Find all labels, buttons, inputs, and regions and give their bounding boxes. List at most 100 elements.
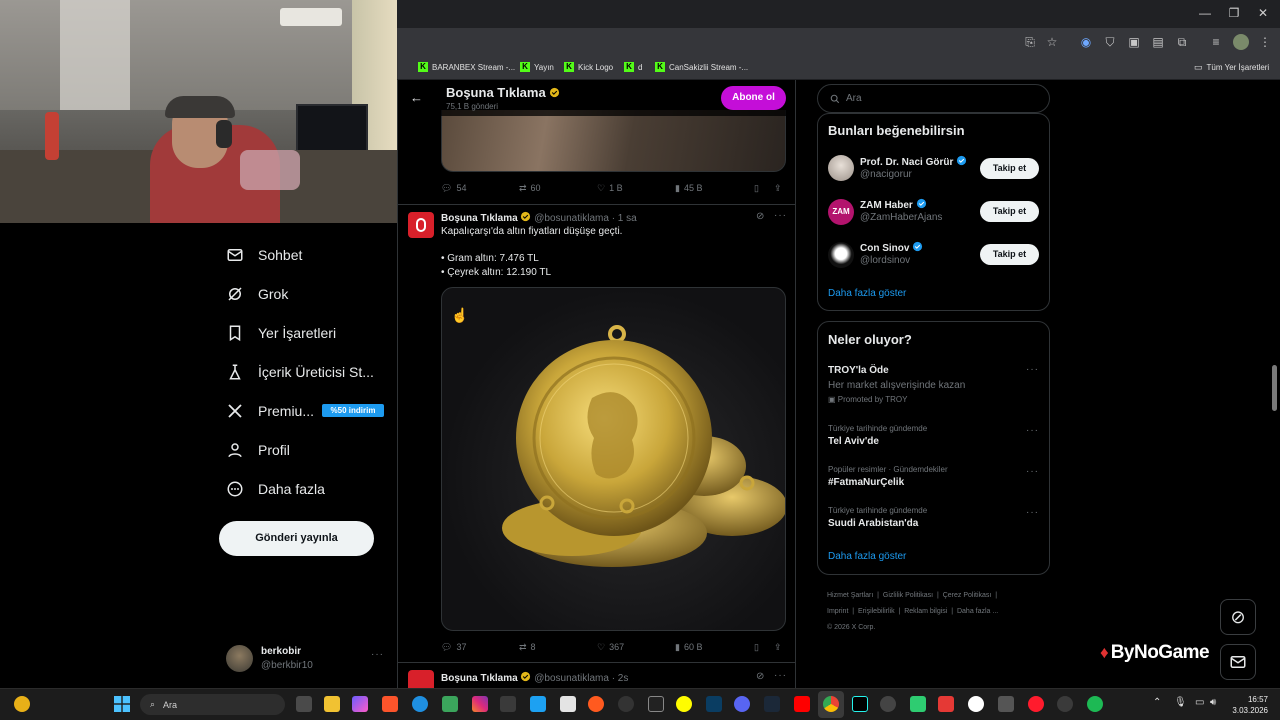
app-icon[interactable]	[1057, 696, 1073, 712]
suggestion-name[interactable]: Prof. Dr. Naci Görür	[860, 155, 967, 168]
grok-icon[interactable]: ⊘	[1220, 599, 1256, 635]
share-icon[interactable]: ⇪	[774, 183, 782, 194]
close-window-icon[interactable]: ✕	[1254, 6, 1272, 22]
nav-more[interactable]: Daha fazla	[226, 474, 325, 504]
opera-icon[interactable]	[1028, 696, 1044, 712]
epic-games-icon[interactable]	[648, 696, 664, 712]
chrome-icon[interactable]	[823, 696, 839, 712]
nav-grok[interactable]: Grok	[226, 279, 288, 309]
nav-creator-studio[interactable]: İçerik Üreticisi St...	[226, 357, 374, 387]
bookmark-icon[interactable]: ▯	[754, 183, 759, 194]
author-handle[interactable]: @bosunatiklama	[534, 213, 609, 224]
footer-link[interactable]: Erişilebilirlik	[858, 608, 895, 615]
extension-icon[interactable]: ▤	[1150, 34, 1166, 50]
views-button[interactable]: ▮ 45 B	[675, 183, 702, 194]
more-dots-icon[interactable]: ···	[371, 649, 384, 660]
snapchat-icon[interactable]	[676, 696, 692, 712]
share-icon[interactable]: ⇪	[774, 642, 782, 653]
clock[interactable]: 16:57 3.03.2026	[1232, 694, 1268, 716]
search-input[interactable]: Ara	[817, 84, 1050, 113]
like-button[interactable]: ♡ 1 B	[597, 183, 623, 194]
nav-premium[interactable]: Premiu...	[226, 396, 314, 426]
trend-name[interactable]: Suudi Arabistan'da	[828, 518, 918, 529]
instagram-icon[interactable]	[472, 696, 488, 712]
shield-icon[interactable]: ⛉	[1102, 34, 1118, 50]
more-dots-icon[interactable]: ···	[1026, 364, 1039, 375]
bookmark-item[interactable]: K Kick Logo	[564, 60, 613, 74]
retweet-button[interactable]: ⇄ 8	[519, 642, 536, 653]
menu-dots-icon[interactable]: ⋮	[1257, 34, 1273, 50]
app-icon[interactable]	[938, 696, 954, 712]
avatar[interactable]	[828, 155, 854, 181]
avatar[interactable]	[408, 212, 434, 238]
follow-button[interactable]: Takip et	[980, 244, 1039, 265]
profile-avatar-icon[interactable]	[1233, 34, 1249, 50]
bookmark-icon[interactable]: ▯	[754, 642, 759, 653]
follow-button[interactable]: Takip et	[980, 158, 1039, 179]
app-icon[interactable]	[998, 696, 1014, 712]
tweet-time[interactable]: · 2s	[612, 673, 629, 684]
views-button[interactable]: ▮ 60 B	[675, 642, 702, 653]
yandex-icon[interactable]	[968, 696, 984, 712]
footer-link[interactable]: Çerez Politikası	[943, 592, 992, 599]
bookmark-item[interactable]: K Yayın	[520, 60, 554, 74]
nav-bookmarks[interactable]: Yer İşaretleri	[226, 318, 336, 348]
nav-chat[interactable]: Sohbet	[226, 240, 302, 270]
tweet-time[interactable]: · 1 sa	[612, 213, 637, 224]
minimize-icon[interactable]: —	[1196, 6, 1214, 22]
extension-icon[interactable]: ◉	[1078, 34, 1094, 50]
spotify-icon[interactable]	[1087, 696, 1103, 712]
star-icon[interactable]: ☆	[1044, 34, 1060, 50]
app-icon[interactable]	[910, 696, 926, 712]
weather-icon[interactable]	[14, 696, 30, 712]
reply-button[interactable]: 💬︎ 54	[441, 183, 466, 194]
avatar[interactable]	[408, 670, 434, 688]
extension-icon[interactable]: ▣	[1126, 34, 1142, 50]
show-more-link[interactable]: Daha fazla göster	[828, 288, 906, 299]
like-button[interactable]: ♡ 367	[597, 642, 624, 653]
youtube-icon[interactable]	[794, 696, 810, 712]
bookmark-item[interactable]: Kd	[624, 60, 642, 74]
reading-list-icon[interactable]: ≡	[1208, 34, 1224, 50]
steam-icon[interactable]	[764, 696, 780, 712]
notepad-icon[interactable]	[560, 696, 576, 712]
app-icon[interactable]	[442, 696, 458, 712]
monitor-icon[interactable]: ▭	[1195, 697, 1204, 708]
retweet-button[interactable]: ⇄ 60	[519, 183, 541, 194]
scrollbar-thumb[interactable]	[1272, 365, 1277, 411]
tweet-image[interactable]	[441, 287, 786, 631]
tiktok-icon[interactable]	[852, 696, 868, 712]
microphone-icon[interactable]: 🎙︎	[1174, 697, 1187, 708]
more-dots-icon[interactable]: ···	[774, 210, 787, 221]
file-explorer-icon[interactable]	[324, 696, 340, 712]
suggestion-name[interactable]: Con Sinov	[860, 241, 923, 254]
footer-link[interactable]: Imprint	[827, 608, 848, 615]
tweet-media[interactable]	[441, 110, 786, 172]
back-arrow-icon[interactable]: ←	[410, 90, 423, 105]
restore-icon[interactable]: ❐	[1225, 6, 1243, 22]
app-icon[interactable]	[588, 696, 604, 712]
speedometer-icon[interactable]	[618, 696, 634, 712]
trend-name[interactable]: TROY'la Öde	[828, 365, 889, 376]
app-icon[interactable]	[706, 696, 722, 712]
chevron-up-icon[interactable]: ⌃	[1153, 697, 1161, 708]
more-dots-icon[interactable]: ···	[1026, 425, 1039, 436]
messages-button[interactable]	[1220, 644, 1256, 680]
footer-link[interactable]: Gizlilik Politikası	[883, 592, 933, 599]
app-icon[interactable]	[880, 696, 896, 712]
more-dots-icon[interactable]: ···	[774, 670, 787, 681]
author-name[interactable]: Boşuna Tıklama	[441, 673, 518, 684]
follow-button[interactable]: Takip et	[980, 201, 1039, 222]
avatar[interactable]	[828, 242, 854, 268]
author-name[interactable]: Boşuna Tıklama	[441, 213, 518, 224]
account-switcher[interactable]: berkobir @berkbir10 ···	[226, 641, 386, 675]
footer-link[interactable]: Daha fazla ...	[957, 608, 998, 615]
nav-profile[interactable]: Profil	[226, 435, 290, 465]
store-icon[interactable]	[500, 696, 516, 712]
more-dots-icon[interactable]: ···	[1026, 466, 1039, 477]
suggestion-name[interactable]: ZAM Haber	[860, 198, 927, 211]
discord-icon[interactable]	[734, 696, 750, 712]
copilot-icon[interactable]	[352, 696, 368, 712]
post-button[interactable]: Gönderi yayınla	[219, 521, 374, 556]
more-dots-icon[interactable]: ···	[1026, 507, 1039, 518]
